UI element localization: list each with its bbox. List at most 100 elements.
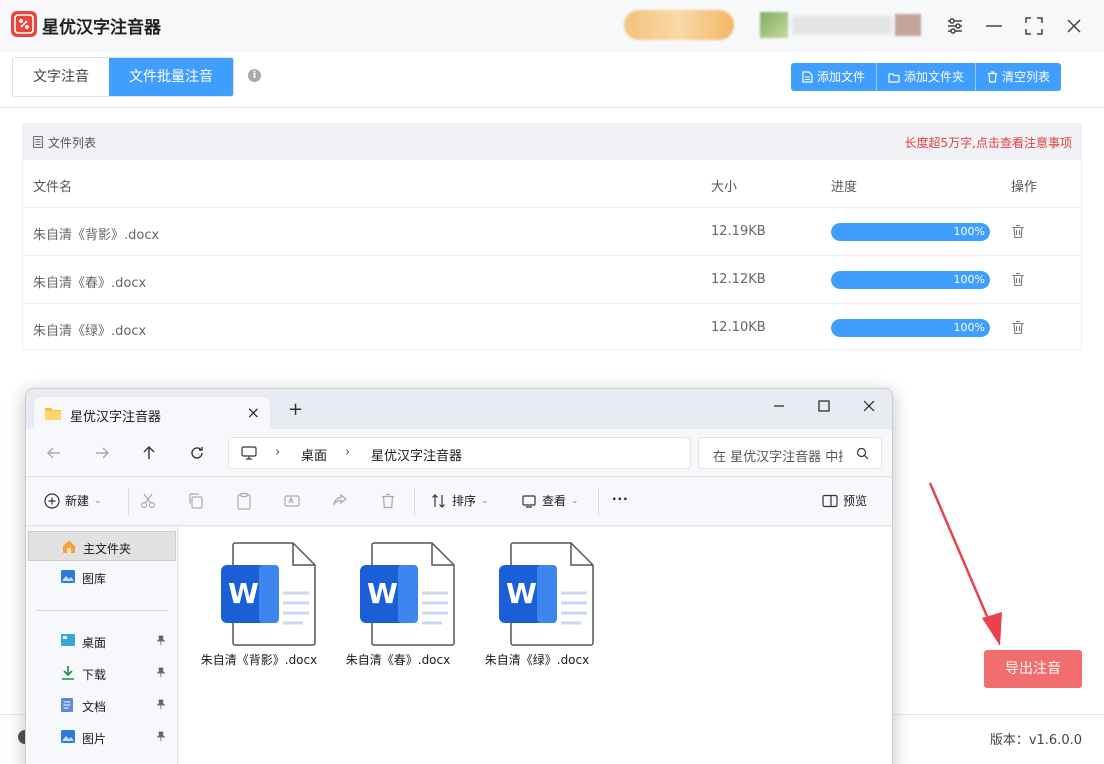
blurred-avatar <box>760 12 788 38</box>
refresh-icon[interactable] <box>187 443 207 463</box>
table-row: 朱自清《春》.docx 12.12KB 100% <box>23 256 1081 304</box>
file-item[interactable]: W 朱自清《春》.docx <box>338 539 458 669</box>
search-input[interactable]: 在 星优汉字注音器 中搜索 <box>713 446 843 465</box>
paste-icon[interactable] <box>235 492 253 510</box>
version-label: 版本：v1.6.0.0 <box>989 733 1082 748</box>
desktop-icon <box>61 634 75 646</box>
tab-text-pinyin[interactable]: 文字注音 <box>13 58 109 96</box>
svg-text:W: W <box>506 577 537 610</box>
table-row: 朱自清《绿》.docx 12.10KB 100% <box>23 304 1081 352</box>
sort-icon <box>432 493 445 508</box>
back-icon[interactable] <box>44 443 64 463</box>
add-folder-label: 添加文件夹 <box>904 70 965 84</box>
add-folder-button[interactable]: 添加文件夹 <box>877 63 977 91</box>
sidebar-item-documents[interactable]: 文档 <box>28 690 176 720</box>
file-icon <box>802 71 813 83</box>
explorer-content: W 朱自清《背影》.docx W 朱自清《春》.docx W 朱自清《绿》.do… <box>179 527 892 764</box>
plus-circle-icon <box>44 492 60 509</box>
new-button[interactable]: 新建 ⌄ <box>44 492 102 509</box>
svg-text:W: W <box>367 577 398 610</box>
close-tab-icon[interactable]: × <box>247 403 260 422</box>
new-tab-icon[interactable]: + <box>288 399 303 420</box>
pin-icon[interactable] <box>156 667 166 678</box>
view-label: 查看 <box>542 494 567 508</box>
sidebar-item-downloads[interactable]: 下载 <box>28 658 176 688</box>
file-list-header: 文件列表 长度超5万字,点击查看注意事项 <box>23 124 1081 160</box>
settings-icon[interactable] <box>943 14 967 38</box>
view-button[interactable]: 查看 ⌄ <box>521 492 579 509</box>
column-size: 大小 <box>711 180 738 195</box>
sidebar-item-label: 文档 <box>82 700 107 714</box>
file-name: 朱自清《绿》.docx <box>484 653 590 667</box>
delete-icon[interactable] <box>379 492 397 510</box>
chevron-down-icon: ⌄ <box>571 495 579 506</box>
view-icon <box>522 494 536 508</box>
add-file-button[interactable]: 添加文件 <box>791 63 878 91</box>
file-size: 12.10KB <box>711 320 766 335</box>
file-item[interactable]: W 朱自清《绿》.docx <box>477 539 597 669</box>
breadcrumb-folder[interactable]: 星优汉字注音器 <box>371 445 462 464</box>
file-item[interactable]: W 朱自清《背影》.docx <box>199 539 319 669</box>
sidebar-item-desktop[interactable]: 桌面 <box>28 626 176 656</box>
sidebar-item-gallery[interactable]: 图库 <box>28 562 176 592</box>
delete-icon[interactable] <box>1011 224 1025 239</box>
file-size: 12.12KB <box>711 272 766 287</box>
pin-icon[interactable] <box>156 699 166 710</box>
sidebar-item-label: 下载 <box>82 668 107 682</box>
explorer-tab[interactable]: 星优汉字注音器 × <box>34 397 270 431</box>
word-doc-icon: W <box>221 542 316 646</box>
cut-icon[interactable] <box>139 492 157 510</box>
sidebar-divider <box>36 610 168 611</box>
preview-pane-button[interactable]: 预览 <box>822 492 867 509</box>
sort-button[interactable]: 排序 ⌄ <box>431 492 489 509</box>
chevron-right-icon: › <box>275 445 281 460</box>
chevron-down-icon: ⌄ <box>481 495 489 506</box>
file-name: 朱自清《春》.docx <box>33 276 147 291</box>
mode-tabs: 文字注音 文件批量注音 <box>12 57 234 97</box>
minimize-icon[interactable] <box>768 395 790 417</box>
minimize-icon[interactable] <box>982 14 1006 38</box>
search-box[interactable]: 在 星优汉字注音器 中搜索 <box>698 437 882 469</box>
close-icon[interactable] <box>858 395 880 417</box>
maximize-icon[interactable] <box>1022 14 1046 38</box>
file-list-title: 文件列表 <box>48 136 97 150</box>
sidebar-item-pictures[interactable]: 图片 <box>28 722 176 752</box>
up-icon[interactable] <box>139 443 159 463</box>
toolbar-separator <box>598 488 599 516</box>
file-explorer-window: 星优汉字注音器 × + › 桌面 › 星优汉字注音器 在 星优汉字注音器 中搜索… <box>25 388 893 764</box>
clear-list-button[interactable]: 清空列表 <box>976 63 1061 91</box>
table-header: 文件名 大小 进度 操作 <box>23 160 1081 208</box>
progress-label: 100% <box>953 273 985 286</box>
tab-batch-file-pinyin[interactable]: 文件批量注音 <box>109 58 233 96</box>
delete-icon[interactable] <box>1011 272 1025 287</box>
explorer-nav-bar: › 桌面 › 星优汉字注音器 在 星优汉字注音器 中搜索 <box>26 429 892 477</box>
blurred-username <box>792 16 892 34</box>
pin-icon[interactable] <box>156 635 166 646</box>
sidebar-item-label: 桌面 <box>82 636 107 650</box>
rename-icon[interactable] <box>283 492 301 510</box>
length-notice-link[interactable]: 长度超5万字,点击查看注意事项 <box>905 134 1072 151</box>
maximize-icon[interactable] <box>813 395 835 417</box>
pin-icon[interactable] <box>156 731 166 742</box>
delete-icon[interactable] <box>1011 320 1025 335</box>
progress-bar: 100% <box>831 271 990 289</box>
explorer-tab-bar: 星优汉字注音器 × + <box>26 389 892 431</box>
clear-list-label: 清空列表 <box>1002 70 1051 84</box>
add-file-label: 添加文件 <box>817 70 866 84</box>
svg-text:W: W <box>228 577 259 610</box>
address-bar[interactable]: › 桌面 › 星优汉字注音器 <box>228 437 691 469</box>
info-icon[interactable]: i <box>248 69 261 82</box>
gallery-icon <box>61 570 75 583</box>
forward-icon[interactable] <box>92 443 112 463</box>
column-name: 文件名 <box>33 180 73 195</box>
breadcrumb-desktop[interactable]: 桌面 <box>301 445 327 464</box>
file-name: 朱自清《背影》.docx <box>33 228 160 243</box>
explorer-toolbar: 新建 ⌄ 排序 ⌄ 查看 ⌄ ··· 预览 <box>26 478 892 526</box>
list-icon <box>33 136 43 148</box>
share-icon[interactable] <box>331 492 349 510</box>
sidebar-item-home[interactable]: 主文件夹 <box>28 531 176 561</box>
export-pinyin-button[interactable]: 导出注音 <box>984 650 1082 688</box>
copy-icon[interactable] <box>187 492 205 510</box>
close-icon[interactable] <box>1062 14 1086 38</box>
more-options-icon[interactable]: ··· <box>612 492 629 506</box>
